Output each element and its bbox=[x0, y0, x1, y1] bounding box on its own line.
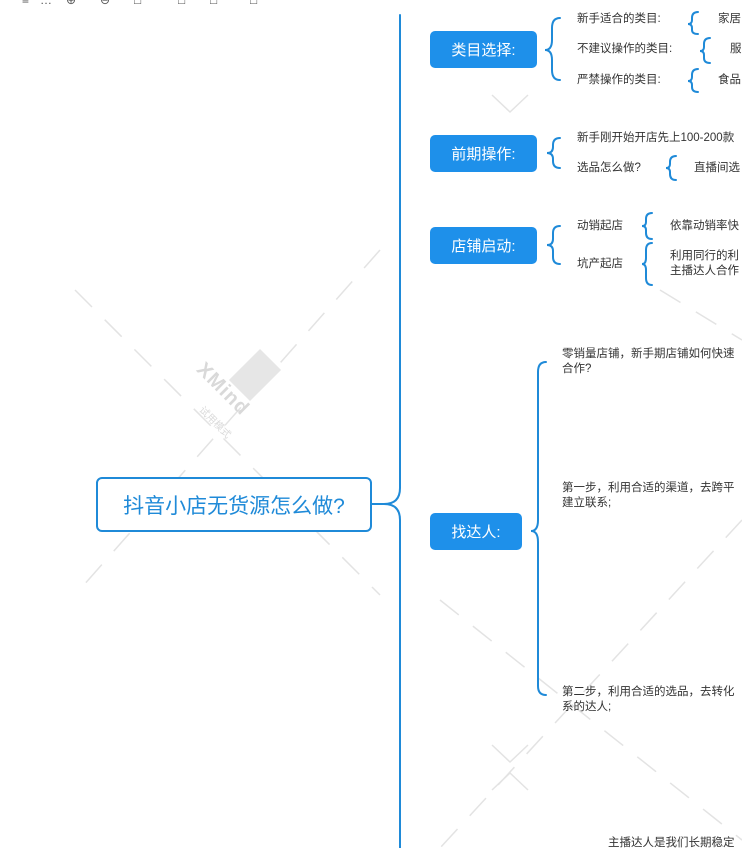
detail-home[interactable]: 家居 bbox=[718, 12, 741, 27]
subtopic-not-recommended-category[interactable]: 不建议操作的类目: bbox=[577, 42, 672, 57]
subtopic-step-one[interactable]: 第一步，利用合适的渠道，去跨平 bbox=[562, 481, 735, 496]
subtopic-step-one-cont[interactable]: 建立联系; bbox=[562, 496, 611, 511]
subtopic-zero-sales-store-cont[interactable]: 合作? bbox=[562, 362, 591, 377]
subtopic-newbie-category[interactable]: 新手适合的类目: bbox=[577, 12, 661, 27]
subtopic-forbidden-category[interactable]: 严禁操作的类目: bbox=[577, 73, 661, 88]
mindmap-canvas: XMind 试用模式 抖音小店无货源怎么做? 类目选择: 前期操作: 店铺启动:… bbox=[0, 0, 742, 851]
subtopic-initial-listing[interactable]: 新手刚开始开店先上100-200款 bbox=[577, 131, 734, 146]
subtopic-gmv-launch[interactable]: 坑产起店 bbox=[577, 257, 623, 272]
detail-peer-profit[interactable]: 利用同行的利 bbox=[670, 249, 739, 264]
subtopic-step-two-cont[interactable]: 系的达人; bbox=[562, 700, 611, 715]
detail-food[interactable]: 食品 bbox=[718, 73, 741, 88]
subtopic-step-two[interactable]: 第二步，利用合适的选品，去转化 bbox=[562, 685, 735, 700]
detail-sales-rate[interactable]: 依靠动销率快 bbox=[670, 219, 739, 234]
topic-store-launch[interactable]: 店铺启动: bbox=[430, 227, 537, 264]
subtopic-zero-sales-store[interactable]: 零销量店铺，新手期店铺如何快速 bbox=[562, 347, 735, 362]
detail-live-room-selection[interactable]: 直播间选 bbox=[694, 161, 740, 176]
detail-influencer-cooperation[interactable]: 主播达人合作 bbox=[670, 264, 739, 279]
subtopic-stable-influencers[interactable]: 主播达人是我们长期稳定 bbox=[608, 836, 735, 851]
topic-early-operation[interactable]: 前期操作: bbox=[430, 135, 537, 172]
topic-find-influencers[interactable]: 找达人: bbox=[430, 513, 522, 550]
topic-category-selection[interactable]: 类目选择: bbox=[430, 31, 537, 68]
connector-lines bbox=[371, 11, 711, 848]
subtopic-product-selection[interactable]: 选品怎么做? bbox=[577, 161, 641, 176]
subtopic-sales-launch[interactable]: 动销起店 bbox=[577, 219, 623, 234]
root-topic[interactable]: 抖音小店无货源怎么做? bbox=[96, 477, 372, 532]
detail-clothing[interactable]: 服 bbox=[730, 42, 742, 57]
